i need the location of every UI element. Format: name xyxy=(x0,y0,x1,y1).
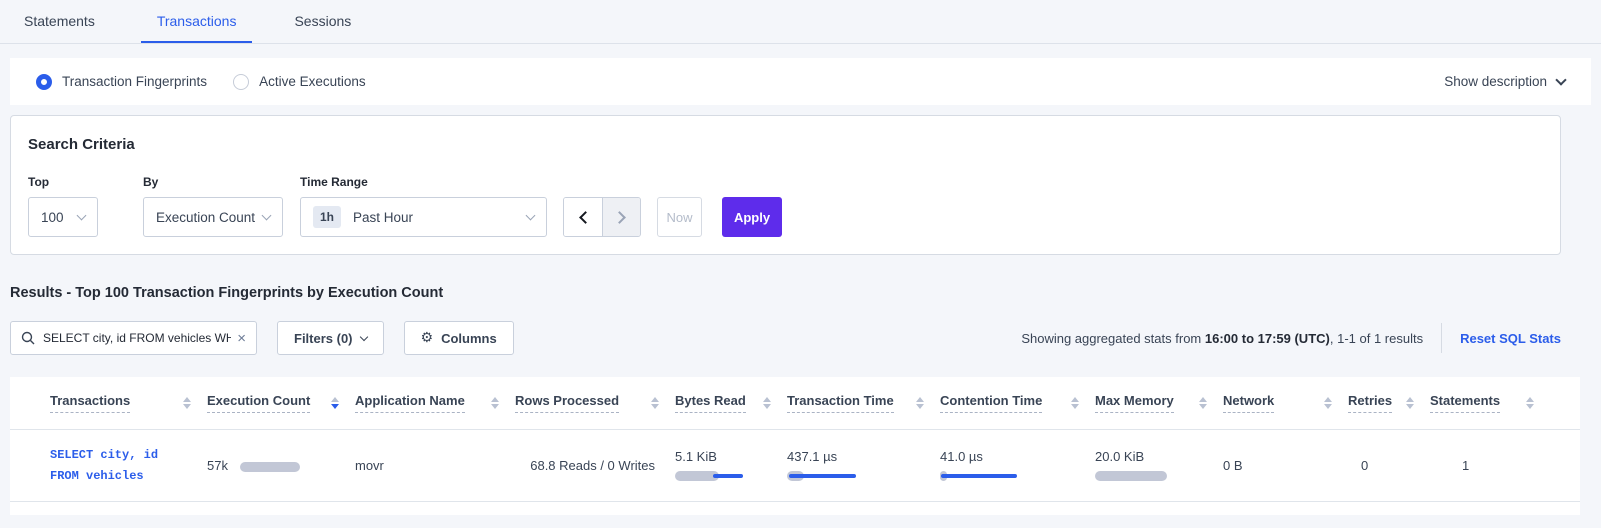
max-memory-bar xyxy=(1095,470,1195,482)
chevron-down-icon xyxy=(1555,74,1566,85)
tab-sessions[interactable]: Sessions xyxy=(278,0,367,43)
table-row: SELECT city, id FROM vehicles 57k movr 6… xyxy=(10,429,1580,502)
next-time-button[interactable] xyxy=(602,198,640,236)
top-select[interactable]: 100 xyxy=(28,197,98,237)
cell-bytes-read: 5.1 KiB xyxy=(675,449,787,482)
clear-search-icon[interactable]: × xyxy=(237,331,246,346)
chevron-left-icon xyxy=(579,211,592,224)
top-select-value: 100 xyxy=(41,210,64,225)
search-criteria-title: Search Criteria xyxy=(28,136,1534,153)
time-range-label: Time Range xyxy=(300,175,547,189)
search-icon xyxy=(21,331,35,345)
cell-transaction-time: 437.1 µs xyxy=(787,449,940,482)
cell-retries: 0 xyxy=(1348,458,1430,473)
column-header-retries: Retries xyxy=(1348,393,1430,413)
aggregated-stats-text: Showing aggregated stats from 16:00 to 1… xyxy=(1021,331,1423,346)
column-header-max-memory: Max Memory xyxy=(1095,393,1223,413)
show-description-label: Show description xyxy=(1444,74,1547,89)
chevron-right-icon xyxy=(613,211,626,224)
radio-transaction-fingerprints[interactable]: Transaction Fingerprints xyxy=(36,74,207,90)
search-criteria-card: Search Criteria Top 100 By Execution Cou… xyxy=(10,115,1561,255)
top-label: Top xyxy=(28,175,143,189)
sort-icon[interactable] xyxy=(651,397,659,409)
column-header-contention-time: Contention Time xyxy=(940,393,1095,413)
chevron-down-icon xyxy=(262,211,272,221)
chevron-down-icon xyxy=(526,211,536,221)
table-header-row: Transactions Execution Count Application… xyxy=(10,377,1580,429)
filters-label: Filters (0) xyxy=(294,331,353,346)
gear-icon: ⚙ xyxy=(421,330,434,346)
fingerprint-search-box[interactable]: × xyxy=(10,321,257,355)
transactions-table: Transactions Execution Count Application… xyxy=(10,377,1580,515)
time-range-badge: 1h xyxy=(313,206,341,228)
by-select[interactable]: Execution Count xyxy=(143,197,283,237)
columns-button[interactable]: ⚙ Columns xyxy=(404,321,514,355)
by-label: By xyxy=(143,175,300,189)
cell-rows-processed: 68.8 Reads / 0 Writes xyxy=(515,458,675,473)
chevron-down-icon xyxy=(359,333,367,341)
sort-icon[interactable] xyxy=(491,397,499,409)
transaction-fingerprint-link[interactable]: SELECT city, id FROM vehicles xyxy=(50,445,158,486)
time-range-select[interactable]: 1h Past Hour xyxy=(300,197,547,237)
sort-icon[interactable] xyxy=(1406,397,1414,409)
cell-execution-count: 57k xyxy=(207,458,355,473)
column-header-statements: Statements xyxy=(1430,393,1550,413)
view-toggle-row: Transaction Fingerprints Active Executio… xyxy=(10,58,1591,105)
cell-statements: 1 xyxy=(1430,458,1550,473)
stats-period: 16:00 to 17:59 (UTC) xyxy=(1205,331,1330,346)
sort-icon[interactable] xyxy=(1199,397,1207,409)
sort-icon[interactable] xyxy=(331,397,339,409)
cell-application-name: movr xyxy=(355,458,515,473)
cell-max-memory: 20.0 KiB xyxy=(1095,449,1223,482)
sort-icon[interactable] xyxy=(763,397,771,409)
results-heading: Results - Top 100 Transaction Fingerprin… xyxy=(10,285,1591,301)
results-toolbar: × Filters (0) ⚙ Columns Showing aggregat… xyxy=(10,321,1561,355)
column-header-network: Network xyxy=(1223,393,1348,413)
columns-label: Columns xyxy=(441,331,497,346)
sort-icon[interactable] xyxy=(916,397,924,409)
transaction-time-bar xyxy=(787,470,887,482)
tab-statements[interactable]: Statements xyxy=(24,0,115,43)
column-header-bytes-read: Bytes Read xyxy=(675,393,787,413)
sql-activity-tabbar: Statements Transactions Sessions xyxy=(0,0,1601,44)
radio-label: Active Executions xyxy=(259,74,366,89)
tab-transactions[interactable]: Transactions xyxy=(141,0,253,43)
now-button[interactable]: Now xyxy=(657,197,702,237)
radio-active-executions[interactable]: Active Executions xyxy=(233,74,366,90)
sort-icon[interactable] xyxy=(1324,397,1332,409)
reset-sql-stats-link[interactable]: Reset SQL Stats xyxy=(1460,331,1561,346)
time-nav-group xyxy=(563,197,641,237)
sort-icon[interactable] xyxy=(1071,397,1079,409)
apply-button[interactable]: Apply xyxy=(722,197,782,237)
sort-icon[interactable] xyxy=(1526,397,1534,409)
radio-label: Transaction Fingerprints xyxy=(62,74,207,89)
column-header-transaction-time: Transaction Time xyxy=(787,393,940,413)
column-header-transactions: Transactions xyxy=(50,393,207,413)
search-input[interactable] xyxy=(43,331,231,345)
by-select-value: Execution Count xyxy=(156,210,255,225)
divider xyxy=(1441,323,1442,353)
filters-button[interactable]: Filters (0) xyxy=(277,321,384,355)
time-range-value: Past Hour xyxy=(353,210,413,225)
cell-transaction-fingerprint: SELECT city, id FROM vehicles xyxy=(50,445,207,486)
radio-unselected-icon xyxy=(233,74,249,90)
cell-contention-time: 41.0 µs xyxy=(940,449,1095,482)
column-header-rows-processed: Rows Processed xyxy=(515,393,675,413)
execution-count-bar xyxy=(240,461,340,473)
bytes-read-bar xyxy=(675,470,775,482)
sort-icon[interactable] xyxy=(183,397,191,409)
column-header-application-name: Application Name xyxy=(355,393,515,413)
chevron-down-icon xyxy=(77,211,87,221)
show-description-toggle[interactable]: Show description xyxy=(1444,74,1565,89)
radio-selected-icon xyxy=(36,74,52,90)
previous-time-button[interactable] xyxy=(564,198,602,236)
cell-network: 0 B xyxy=(1223,458,1348,473)
column-header-execution-count: Execution Count xyxy=(207,393,355,413)
contention-time-bar xyxy=(940,470,1040,482)
